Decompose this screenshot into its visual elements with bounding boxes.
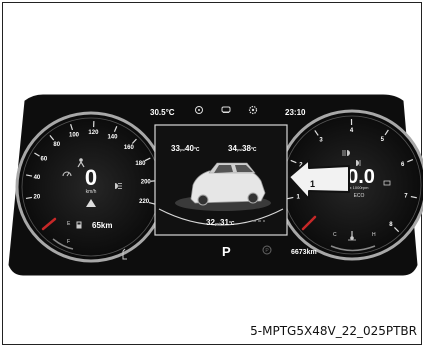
figure-frame: 30.5°C 23:10 20 40 60 80 100 120 140 160 180 200 2…: [2, 2, 423, 345]
rpm-unit: x 1000rpm: [350, 185, 370, 190]
gear-indicator: P: [222, 244, 231, 259]
center-display: 33psi40°C 34psi38°C 32psi31°C: [154, 124, 288, 236]
speed-unit: km/h: [86, 189, 97, 195]
temp-hot-mark: H: [372, 232, 376, 238]
drive-mode: ECO: [354, 193, 365, 199]
speed-tick-label: 80: [53, 142, 60, 148]
headlight-icon: [342, 150, 350, 156]
fuel-full-mark: F: [67, 239, 70, 245]
speed-tick-label: 140: [107, 134, 118, 140]
speed-value: 0: [85, 165, 97, 190]
speed-tick-label: 160: [124, 145, 135, 151]
temp-cold-mark: C: [333, 232, 337, 238]
speed-tick-label: 100: [69, 133, 80, 139]
speed-tick-label: 20: [33, 195, 40, 201]
clock: 23:10: [285, 108, 306, 117]
speedometer-dial: 20 40 60 80 100 120 140 160 180 200 220 0 km/h 65k…: [15, 111, 167, 263]
speed-tick-label: 220: [139, 199, 150, 205]
callout-number: 1: [310, 179, 315, 189]
speed-tick-label: 180: [135, 161, 146, 167]
speed-tick-label: 120: [88, 130, 99, 136]
range-value: 65km: [92, 221, 112, 230]
instrument-cluster: 30.5°C 23:10 20406080100 1201401601802002…: [8, 94, 423, 276]
figure-code: 5-MPTG5X48V_22_025PTBR: [250, 324, 417, 338]
outside-temperature: 30.5°C: [150, 108, 175, 117]
speed-tick-label: 200: [141, 180, 152, 186]
fuel-pump-icon: [76, 221, 82, 229]
speed-tick-label: 60: [41, 157, 48, 163]
speed-tick-label: 40: [34, 175, 41, 181]
high-beam-icon: [115, 183, 122, 189]
odometer: 6673km: [291, 249, 317, 256]
